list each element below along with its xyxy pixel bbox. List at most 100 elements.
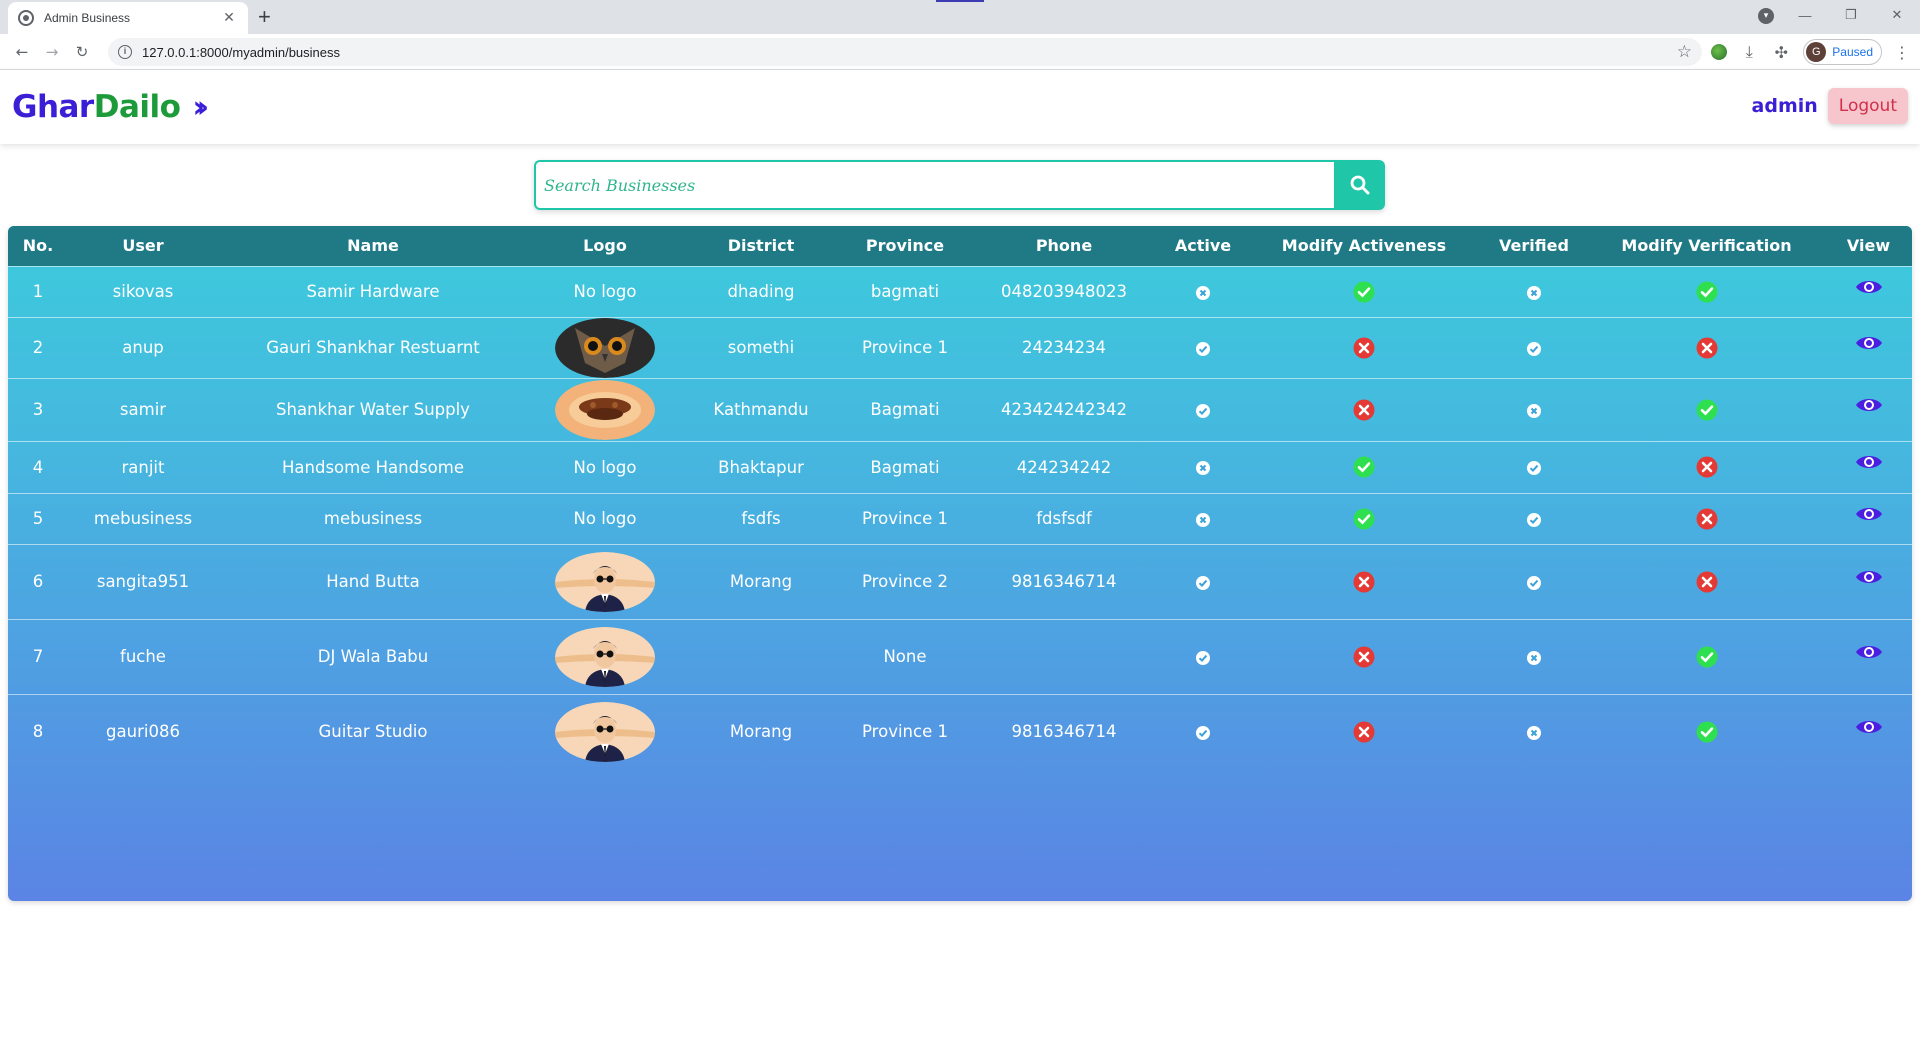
- cell-district: Kathmandu: [713, 400, 809, 419]
- puzzle-icon[interactable]: ✣: [1771, 43, 1791, 62]
- activate-check-icon[interactable]: [1353, 456, 1375, 478]
- table-row: 1 sikovas Samir Hardware No logo dhading bagm…: [8, 266, 1912, 317]
- search-input[interactable]: [534, 160, 1334, 210]
- cell-user: anup: [122, 338, 164, 357]
- cell-province: Province 1: [862, 509, 948, 528]
- globe-icon: [18, 10, 34, 26]
- deactivate-x-icon[interactable]: [1353, 399, 1375, 421]
- deactivate-x-icon[interactable]: [1353, 337, 1375, 359]
- info-icon[interactable]: i: [118, 45, 132, 59]
- close-icon[interactable]: ✕: [220, 10, 238, 26]
- col-header-active: Active: [1174, 236, 1232, 256]
- cell-modify-activeness: [1248, 544, 1480, 619]
- cell-no: 4: [32, 457, 44, 477]
- cell-active: [1158, 619, 1248, 694]
- browser-tab[interactable]: Admin Business ✕: [8, 2, 248, 34]
- col-header-logo: Logo: [583, 236, 627, 256]
- eye-icon[interactable]: [1855, 333, 1883, 353]
- eye-icon[interactable]: [1855, 567, 1883, 587]
- eye-icon[interactable]: [1855, 642, 1883, 662]
- business-logo-image: [555, 551, 655, 612]
- verify-check-icon[interactable]: [1696, 281, 1718, 303]
- activate-check-icon[interactable]: [1353, 508, 1375, 530]
- logout-button[interactable]: Logout: [1827, 88, 1908, 124]
- cell-phone: 9816346714: [1011, 572, 1117, 591]
- business-table-container: No. User Name Logo District Province Pho…: [8, 226, 1912, 901]
- unverify-x-icon[interactable]: [1696, 571, 1718, 593]
- forward-icon[interactable]: →: [38, 38, 66, 66]
- verify-check-icon[interactable]: [1696, 646, 1718, 668]
- eye-icon[interactable]: [1855, 452, 1883, 472]
- profile-avatar: G: [1806, 42, 1827, 62]
- cell-verified: [1480, 266, 1588, 317]
- cell-province: bagmati: [870, 282, 940, 301]
- verify-check-icon[interactable]: [1696, 399, 1718, 421]
- minimize-icon[interactable]: —: [1782, 8, 1828, 23]
- col-header-name: Name: [347, 236, 399, 256]
- unverify-x-icon[interactable]: [1696, 508, 1718, 530]
- business-logo-image: [555, 317, 655, 378]
- tab-search-icon[interactable]: ▾: [1758, 8, 1774, 24]
- extension-globe-icon[interactable]: [1711, 44, 1728, 60]
- restore-icon[interactable]: ❐: [1828, 7, 1874, 23]
- cell-verified: [1480, 493, 1588, 544]
- eye-icon[interactable]: [1855, 717, 1883, 737]
- cell-view: [1825, 266, 1912, 317]
- cell-active: [1158, 317, 1248, 378]
- x-circle-icon: [1196, 285, 1210, 300]
- deactivate-x-icon[interactable]: [1353, 646, 1375, 668]
- cell-name: DJ Wala Babu: [317, 647, 429, 666]
- address-bar[interactable]: i 127.0.0.1:8000/myadmin/business ☆: [108, 38, 1702, 66]
- cell-verified: [1480, 544, 1588, 619]
- new-tab-button[interactable]: +: [258, 6, 271, 28]
- bookmark-star-icon[interactable]: ☆: [1677, 42, 1692, 62]
- business-logo-image: [555, 701, 655, 762]
- menu-kebab-icon[interactable]: ⋮: [1894, 43, 1910, 62]
- browser-toolbar: ← → ↻ i 127.0.0.1:8000/myadmin/business …: [0, 34, 1920, 70]
- unverify-x-icon[interactable]: [1696, 456, 1718, 478]
- check-circle-icon: [1196, 403, 1210, 418]
- eye-icon[interactable]: [1855, 395, 1883, 415]
- cell-province: Bagmati: [870, 457, 940, 477]
- no-logo-text: No logo: [573, 457, 637, 477]
- cell-view: [1825, 441, 1912, 493]
- x-circle-icon: [1527, 285, 1541, 300]
- verify-check-icon[interactable]: [1696, 721, 1718, 743]
- reload-icon[interactable]: ↻: [68, 38, 96, 66]
- extensions-area: ⤓ ✣ G Paused ⋮: [1711, 38, 1910, 66]
- eye-icon[interactable]: [1855, 277, 1883, 297]
- cell-province: Province 2: [862, 572, 948, 591]
- col-header-verified: Verified: [1499, 236, 1569, 256]
- brand-logo[interactable]: Ghar Dailo ››: [12, 89, 209, 125]
- deactivate-x-icon[interactable]: [1353, 721, 1375, 743]
- table-row: 2 anup Gauri Shankhar Restuarnt somethi Prov…: [8, 317, 1912, 378]
- cell-view: [1825, 544, 1912, 619]
- col-header-province: Province: [865, 236, 945, 256]
- cell-district: dhading: [727, 282, 795, 301]
- cell-logo: [528, 544, 682, 619]
- cell-modify-activeness: [1248, 317, 1480, 378]
- double-chevron-right-icon: ››: [192, 89, 208, 125]
- cell-modify-verification: [1588, 317, 1825, 378]
- back-icon[interactable]: ←: [8, 38, 36, 66]
- search-icon: [1350, 175, 1369, 195]
- deactivate-x-icon[interactable]: [1353, 571, 1375, 593]
- cell-verified: [1480, 378, 1588, 441]
- table-row: 4 ranjit Handsome Handsome No logo Bhaktapur…: [8, 441, 1912, 493]
- activate-check-icon[interactable]: [1353, 281, 1375, 303]
- col-header-modify-verification: Modify Verification: [1621, 236, 1792, 256]
- download-icon[interactable]: ⤓: [1739, 42, 1759, 62]
- unverify-x-icon[interactable]: [1696, 337, 1718, 359]
- cell-user: gauri086: [106, 722, 180, 742]
- cell-district: Morang: [729, 722, 793, 742]
- search-button[interactable]: [1334, 160, 1385, 210]
- profile-button[interactable]: G Paused: [1803, 39, 1882, 65]
- url-text[interactable]: 127.0.0.1:8000/myadmin/business: [142, 45, 1677, 60]
- cell-active: [1158, 544, 1248, 619]
- cell-active: [1158, 378, 1248, 441]
- eye-icon[interactable]: [1855, 504, 1883, 524]
- check-circle-icon: [1527, 575, 1541, 590]
- cell-no: 7: [32, 647, 44, 666]
- x-circle-icon: [1527, 725, 1541, 740]
- window-close-icon[interactable]: ✕: [1874, 7, 1920, 23]
